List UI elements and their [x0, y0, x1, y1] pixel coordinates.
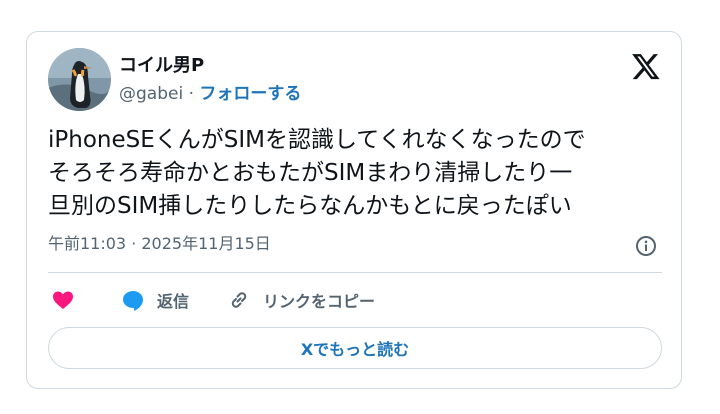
divider [48, 272, 662, 273]
handle-separator: · [188, 84, 194, 104]
follow-link[interactable]: フォローする [199, 84, 301, 104]
x-logo-icon[interactable] [631, 51, 661, 81]
embedded-tweet-card[interactable]: コイル男P @gabei · フォローする iPhoneSEくんがSIMを認識し… [26, 31, 682, 389]
reply-bubble-icon [123, 291, 143, 311]
tweet-timestamp[interactable]: 午前11:03 · 2025年11月15日 [48, 233, 271, 255]
copy-link-button[interactable]: リンクをコピー [227, 287, 375, 313]
reply-label: 返信 [157, 292, 190, 311]
tweet-text-line: 旦別のSIM挿したりしたらなんかもとに戻ったぽい [48, 193, 572, 219]
author-avatar[interactable] [48, 48, 111, 111]
tweet-text-line: そろそろ寿命かとおもたがSIMまわり清掃したり一 [48, 160, 573, 186]
author-handle[interactable]: @gabei [119, 84, 183, 104]
author-handle-row: @gabei · フォローする [119, 83, 301, 105]
copy-link-label: リンクをコピー [263, 292, 376, 311]
penguin-avatar-icon [48, 48, 111, 111]
author-display-name[interactable]: コイル男P [119, 55, 204, 77]
heart-icon [53, 291, 73, 309]
read-more-button[interactable]: Xでもっと読む [48, 327, 662, 369]
reply-button[interactable]: 返信 [121, 287, 189, 313]
info-icon[interactable] [634, 234, 658, 258]
link-icon [231, 292, 247, 308]
like-button[interactable] [51, 287, 75, 313]
tweet-text-line: iPhoneSEくんがSIMを認識してくれなくなったので [48, 127, 586, 153]
tweet-text: iPhoneSEくんがSIMを認識してくれなくなったので そろそろ寿命かとおもた… [48, 124, 668, 223]
